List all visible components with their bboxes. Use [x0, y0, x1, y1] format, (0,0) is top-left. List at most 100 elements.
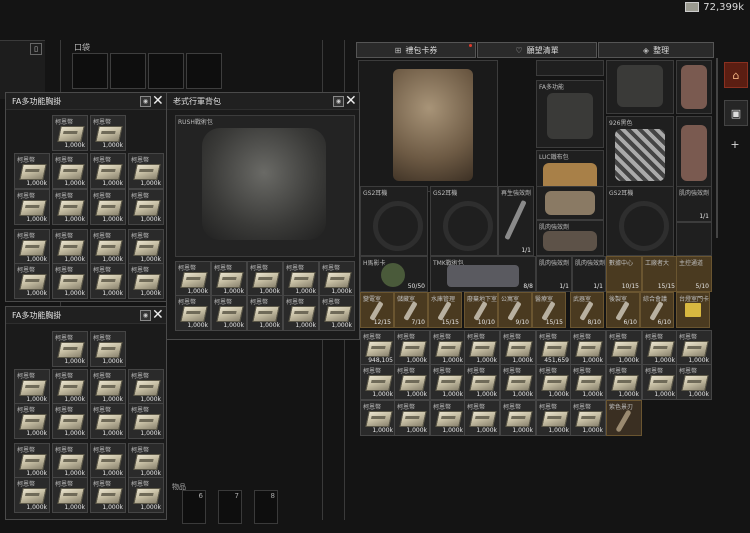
money-item[interactable]: 柯恩幣 1,000k — [52, 369, 88, 405]
money-item[interactable]: 柯恩幣 1,000k — [175, 261, 211, 297]
money-item[interactable]: 柯恩幣 1,000k — [676, 364, 712, 400]
money-item[interactable]: 柯恩幣 1,000k — [394, 330, 430, 366]
money-item[interactable]: 柯恩幣 1,000k — [175, 295, 211, 331]
money-item[interactable]: 柯恩幣 1,000k — [52, 153, 88, 189]
box-icon[interactable]: ▣ — [724, 100, 748, 126]
key-item[interactable]: 公寓室 9/10 — [498, 292, 532, 328]
money-item[interactable]: 柯恩幣 1,000k — [14, 369, 50, 405]
money-item[interactable]: 柯恩幣 1,000k — [128, 477, 164, 513]
headset-item[interactable]: GS2耳機 — [430, 186, 498, 256]
rig-item[interactable]: 926黑色 — [606, 116, 674, 188]
money-item[interactable]: 柯恩幣 1,000k — [90, 189, 126, 225]
money-item[interactable]: 柯恩幣 1,000k — [430, 364, 466, 400]
key-item[interactable]: 工廠者大 15/15 — [642, 256, 678, 292]
money-item[interactable]: 柯恩幣 1,000k — [128, 229, 164, 265]
money-item[interactable]: 柯恩幣 1,000k — [606, 330, 642, 366]
knife-item[interactable]: 紫色景刃 — [606, 400, 642, 436]
money-item[interactable]: 柯恩幣 1,000k — [570, 400, 606, 436]
money-item[interactable]: 柯恩幣 451,659 — [536, 330, 572, 366]
rig-item[interactable]: FA多功能 — [536, 80, 604, 148]
money-item[interactable]: 柯恩幣 1,000k — [500, 400, 536, 436]
key-item[interactable]: 水庫管理 15/15 — [428, 292, 462, 328]
key-item[interactable]: 台燈室門卡 — [676, 292, 710, 328]
pocket-slot[interactable] — [72, 53, 108, 89]
key-item[interactable]: 綜合會議 6/10 — [640, 292, 674, 328]
money-item[interactable]: 柯恩幣 1,000k — [128, 263, 164, 299]
money-item[interactable]: 柯恩幣 1,000k — [52, 477, 88, 513]
money-item[interactable]: 柯恩幣 1,000k — [90, 477, 126, 513]
money-item[interactable]: 柯恩幣 1,000k — [464, 400, 500, 436]
injector-item[interactable]: 再生強效劑 1/1 — [498, 186, 534, 256]
money-item[interactable]: 柯恩幣 1,000k — [52, 229, 88, 265]
money-item[interactable]: 柯恩幣 1,000k — [606, 364, 642, 400]
money-item[interactable]: 柯恩幣 1,000k — [283, 295, 319, 331]
backpack-item[interactable] — [358, 60, 498, 192]
eye-icon[interactable]: ◉ — [333, 96, 344, 107]
item[interactable]: H馬影卡 50/50 — [360, 256, 428, 292]
pocket-slot[interactable] — [110, 53, 146, 89]
pocket-slot[interactable] — [186, 53, 222, 89]
money-item[interactable]: 柯恩幣 1,000k — [319, 295, 355, 331]
money-item[interactable]: 柯恩幣 1,000k — [676, 330, 712, 366]
money-item[interactable]: 柯恩幣 1,000k — [430, 400, 466, 436]
key-item[interactable]: 武器室 8/10 — [570, 292, 604, 328]
money-item[interactable]: 柯恩幣 1,000k — [14, 263, 50, 299]
money-item[interactable]: 柯恩幣 1,000k — [283, 261, 319, 297]
money-item[interactable]: 柯恩幣 1,000k — [211, 261, 247, 297]
money-item[interactable]: 柯恩幣 1,000k — [570, 330, 606, 366]
money-item[interactable]: 柯恩幣 1,000k — [14, 403, 50, 439]
money-item[interactable]: 柯恩幣 1,000k — [394, 364, 430, 400]
eye-icon[interactable]: ◉ — [140, 96, 151, 107]
money-item[interactable]: 柯恩幣 1,000k — [464, 364, 500, 400]
money-item[interactable]: 柯恩幣 1,000k — [14, 477, 50, 513]
close-button[interactable]: ✕ — [152, 307, 164, 323]
money-item[interactable]: 柯恩幣 1,000k — [247, 261, 283, 297]
money-item[interactable]: 柯恩幣 1,000k — [90, 263, 126, 299]
injector-item[interactable] — [676, 222, 712, 256]
headset-item[interactable]: GS2耳機 — [606, 186, 674, 256]
key-item[interactable]: 後製室 6/10 — [606, 292, 640, 328]
sort-button[interactable]: ◈ 整理 — [598, 42, 714, 58]
key-item[interactable]: 廢棄地下室 10/10 — [464, 292, 498, 328]
rig-item[interactable] — [606, 60, 674, 114]
key-item[interactable]: 數據中心 10/15 — [606, 256, 642, 292]
money-item[interactable]: 柯恩幣 1,000k — [128, 443, 164, 479]
money-item[interactable]: 柯恩幣 1,000k — [14, 189, 50, 225]
money-item[interactable]: 柯恩幣 1,000k — [128, 153, 164, 189]
quick-slot[interactable]: 6 — [182, 490, 206, 524]
bag-item[interactable] — [536, 186, 604, 220]
money-item[interactable]: 柯恩幣 1,000k — [90, 369, 126, 405]
tactical-bag-slot[interactable]: RUSH戰術包 — [175, 115, 355, 257]
money-item[interactable]: 柯恩幣 1,000k — [52, 443, 88, 479]
money-item[interactable]: 柯恩幣 1,000k — [500, 330, 536, 366]
money-item[interactable]: 柯恩幣 1,000k — [430, 330, 466, 366]
money-item[interactable]: 柯恩幣 1,000k — [90, 443, 126, 479]
money-item[interactable]: 柯恩幣 1,000k — [52, 189, 88, 225]
money-item[interactable]: 柯恩幣 1,000k — [128, 189, 164, 225]
money-item[interactable]: 柯恩幣 948,105 — [360, 330, 396, 366]
stash-item[interactable] — [536, 60, 604, 76]
home-icon[interactable]: ⌂ — [724, 62, 748, 88]
money-item[interactable]: 柯恩幣 1,000k — [52, 263, 88, 299]
key-item[interactable]: 變電室 12/15 — [360, 292, 394, 328]
money-item[interactable]: 柯恩幣 1,000k — [90, 331, 126, 367]
money-item[interactable]: 柯恩幣 1,000k — [14, 153, 50, 189]
pocket-slot[interactable] — [148, 53, 184, 89]
injector-item[interactable]: 肌肉強效劑 1/1 — [536, 256, 572, 292]
scrollbar[interactable] — [716, 58, 718, 238]
money-item[interactable]: 柯恩幣 1,000k — [90, 115, 126, 151]
wishlist-button[interactable]: ♡ 願望清單 — [477, 42, 597, 58]
money-item[interactable]: 柯恩幣 1,000k — [90, 403, 126, 439]
quick-slot[interactable]: 7 — [218, 490, 242, 524]
eye-icon[interactable]: ◉ — [140, 310, 151, 321]
key-item[interactable]: 醫療室 15/15 — [532, 292, 566, 328]
money-item[interactable]: 柯恩幣 1,000k — [128, 403, 164, 439]
money-item[interactable]: 柯恩幣 1,000k — [642, 364, 678, 400]
injector-item[interactable]: 肌肉強效劑 1/1 — [676, 186, 712, 222]
money-item[interactable]: 柯恩幣 1,000k — [536, 364, 572, 400]
quick-slot[interactable]: 8 — [254, 490, 278, 524]
headset-item[interactable]: GS2耳機 — [360, 186, 428, 256]
money-item[interactable]: 柯恩幣 1,000k — [360, 364, 396, 400]
money-item[interactable]: 柯恩幣 1,000k — [52, 331, 88, 367]
money-item[interactable]: 柯恩幣 1,000k — [570, 364, 606, 400]
